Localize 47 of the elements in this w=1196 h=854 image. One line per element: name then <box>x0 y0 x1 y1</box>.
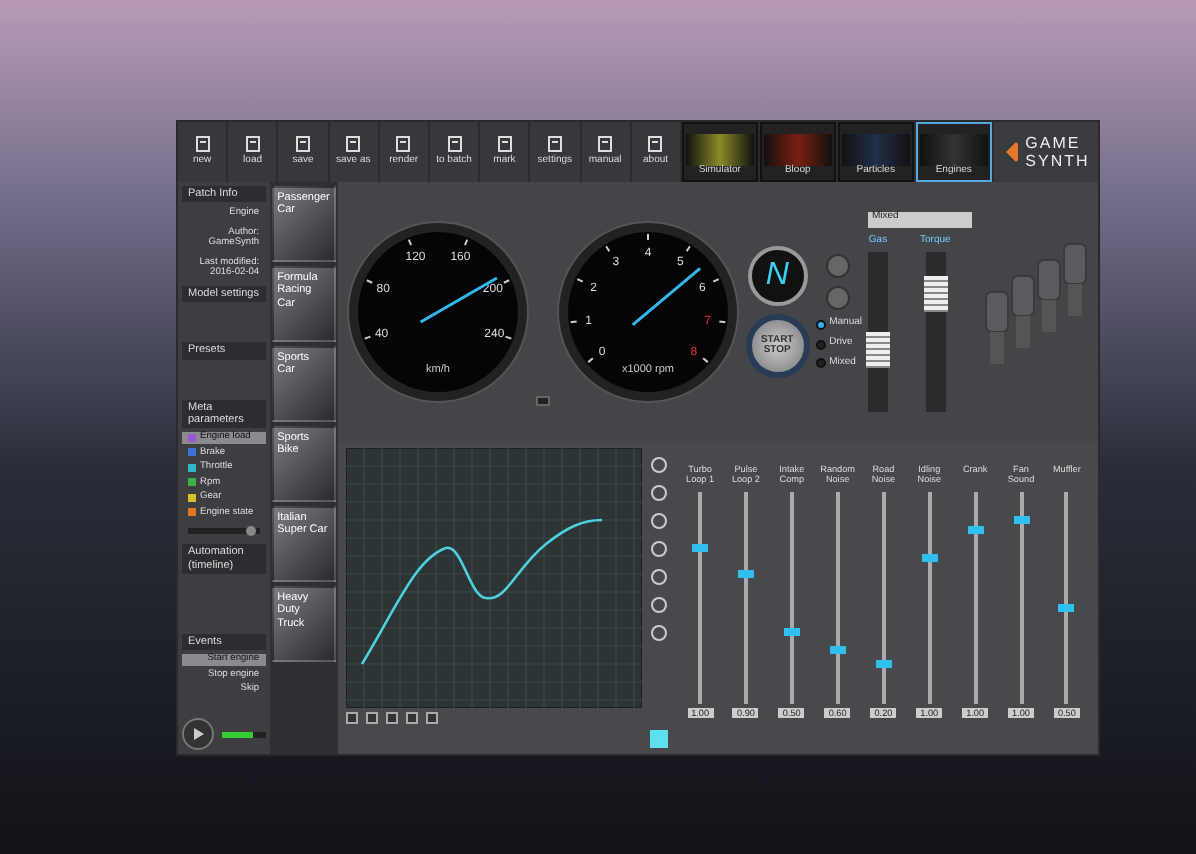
radio-button[interactable] <box>815 358 826 369</box>
document-icon <box>447 136 462 153</box>
brand-name: GAME SYNTH <box>1025 133 1092 171</box>
slider-thumb[interactable] <box>866 332 890 369</box>
document-icon <box>245 136 260 153</box>
slider-track[interactable] <box>1064 492 1069 704</box>
slider-thumb[interactable] <box>1013 516 1029 525</box>
document-icon <box>547 136 562 153</box>
document-icon <box>396 136 411 153</box>
radio-button[interactable] <box>815 319 826 330</box>
document-icon <box>648 136 663 153</box>
document-icon <box>195 136 210 153</box>
slider-thumb[interactable] <box>829 645 846 653</box>
gauge-needle <box>630 267 701 326</box>
slider-track[interactable] <box>698 492 703 704</box>
slider-handle[interactable] <box>245 526 256 537</box>
slider-thumb[interactable] <box>1058 604 1075 613</box>
document-icon <box>346 136 361 153</box>
toggle-switch[interactable] <box>535 396 550 406</box>
play-icon <box>192 728 204 740</box>
color-swatch[interactable] <box>650 730 669 748</box>
slider-thumb[interactable] <box>875 659 892 668</box>
slider-track[interactable] <box>743 492 748 704</box>
document-icon <box>497 136 512 153</box>
slider-track[interactable] <box>835 492 840 704</box>
radio-button[interactable] <box>815 339 826 349</box>
level-meter <box>222 731 266 737</box>
gear-up-button[interactable] <box>826 254 851 279</box>
slider-track[interactable] <box>881 492 886 704</box>
play-button[interactable] <box>182 718 214 750</box>
slider-thumb[interactable] <box>921 553 938 562</box>
slider-thumb[interactable] <box>967 526 984 535</box>
gear-display: N <box>747 246 808 306</box>
document-icon <box>598 136 613 153</box>
logo-icon <box>1005 142 1018 162</box>
slider-thumb[interactable] <box>923 276 948 313</box>
slider-track[interactable] <box>789 492 794 704</box>
gear-down-button[interactable] <box>826 286 851 311</box>
slider-thumb[interactable] <box>692 543 709 551</box>
slider-track[interactable] <box>927 492 932 704</box>
engine-drawing <box>985 243 1087 364</box>
slider-track[interactable] <box>973 492 978 704</box>
slider-thumb[interactable] <box>783 628 800 637</box>
slider-track[interactable] <box>925 251 946 412</box>
slider-track[interactable] <box>868 251 888 412</box>
slider-thumb[interactable] <box>737 569 754 578</box>
document-icon <box>295 136 310 153</box>
